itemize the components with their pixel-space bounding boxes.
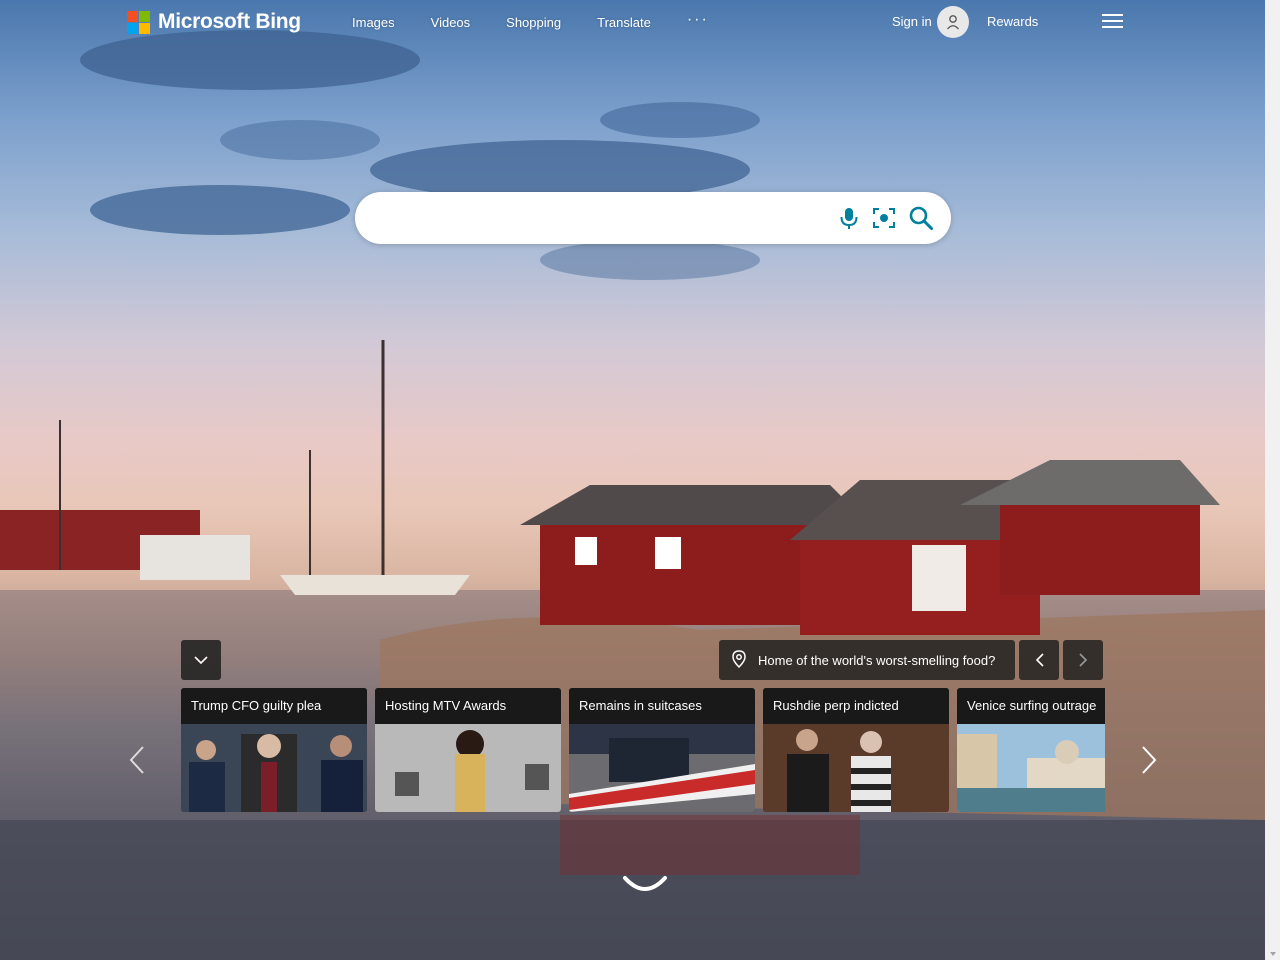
bing-logo[interactable]: Microsoft Bing [127, 10, 301, 34]
visual-search-icon[interactable] [871, 205, 897, 231]
top-nav: Images Videos Shopping Translate ··· [352, 11, 745, 30]
collapse-feed-button[interactable] [181, 640, 221, 680]
rewards-link[interactable]: Rewards [987, 14, 1038, 29]
microsoft-logo-icon [127, 10, 150, 34]
news-card-title[interactable]: Venice surfing outrage [957, 688, 1105, 724]
news-card[interactable]: Venice surfing outrage [957, 688, 1105, 812]
news-card-image[interactable] [181, 724, 367, 812]
news-card-image[interactable] [957, 724, 1105, 812]
scroll-down-arrow-icon[interactable] [1270, 952, 1276, 956]
background-image [0, 0, 1265, 960]
loading-spinner-icon [623, 876, 667, 891]
news-card-image[interactable] [375, 724, 561, 812]
sign-in-link[interactable]: Sign in [892, 14, 932, 29]
carousel-next-arrow-icon[interactable] [1140, 745, 1158, 775]
news-card-image[interactable] [569, 724, 755, 812]
previous-image-button[interactable] [1019, 640, 1059, 680]
image-caption[interactable]: Home of the world's worst-smelling food? [758, 653, 995, 668]
news-card-title[interactable]: Rushdie perp indicted [763, 688, 949, 724]
news-card[interactable]: Remains in suitcases [569, 688, 755, 812]
news-card-title[interactable]: Trump CFO guilty plea [181, 688, 367, 724]
next-image-button[interactable] [1063, 640, 1103, 680]
nav-images[interactable]: Images [352, 15, 395, 30]
news-card[interactable]: Hosting MTV Awards [375, 688, 561, 812]
search-box[interactable] [355, 192, 951, 244]
image-info-bar[interactable]: Home of the world's worst-smelling food? [719, 640, 1015, 680]
nav-translate[interactable]: Translate [597, 15, 651, 30]
menu-hamburger-icon[interactable] [1102, 14, 1123, 30]
chevron-down-icon [194, 655, 208, 664]
carousel-prev-arrow-icon[interactable] [128, 745, 146, 775]
microphone-icon[interactable] [836, 205, 862, 231]
news-card[interactable]: Rushdie perp indicted [763, 688, 949, 812]
chevron-right-icon [1078, 653, 1087, 667]
nav-shopping[interactable]: Shopping [506, 15, 561, 30]
nav-videos[interactable]: Videos [431, 15, 471, 30]
user-avatar-icon[interactable] [937, 6, 969, 38]
news-card-title[interactable]: Hosting MTV Awards [375, 688, 561, 724]
news-card-title[interactable]: Remains in suitcases [569, 688, 755, 724]
location-pin-icon [732, 649, 746, 671]
nav-more-button[interactable]: ··· [687, 11, 709, 30]
news-card[interactable]: Trump CFO guilty plea [181, 688, 367, 812]
vertical-scrollbar[interactable] [1265, 0, 1280, 960]
scenery [0, 30, 1265, 960]
chevron-left-icon [1035, 653, 1044, 667]
search-input[interactable] [371, 204, 815, 234]
news-card-image[interactable] [763, 724, 949, 812]
brand-name: Microsoft Bing [158, 10, 301, 33]
news-carousel: Trump CFO guilty plea Hosting MTV Awards… [181, 688, 1105, 812]
search-icon[interactable] [908, 205, 934, 231]
